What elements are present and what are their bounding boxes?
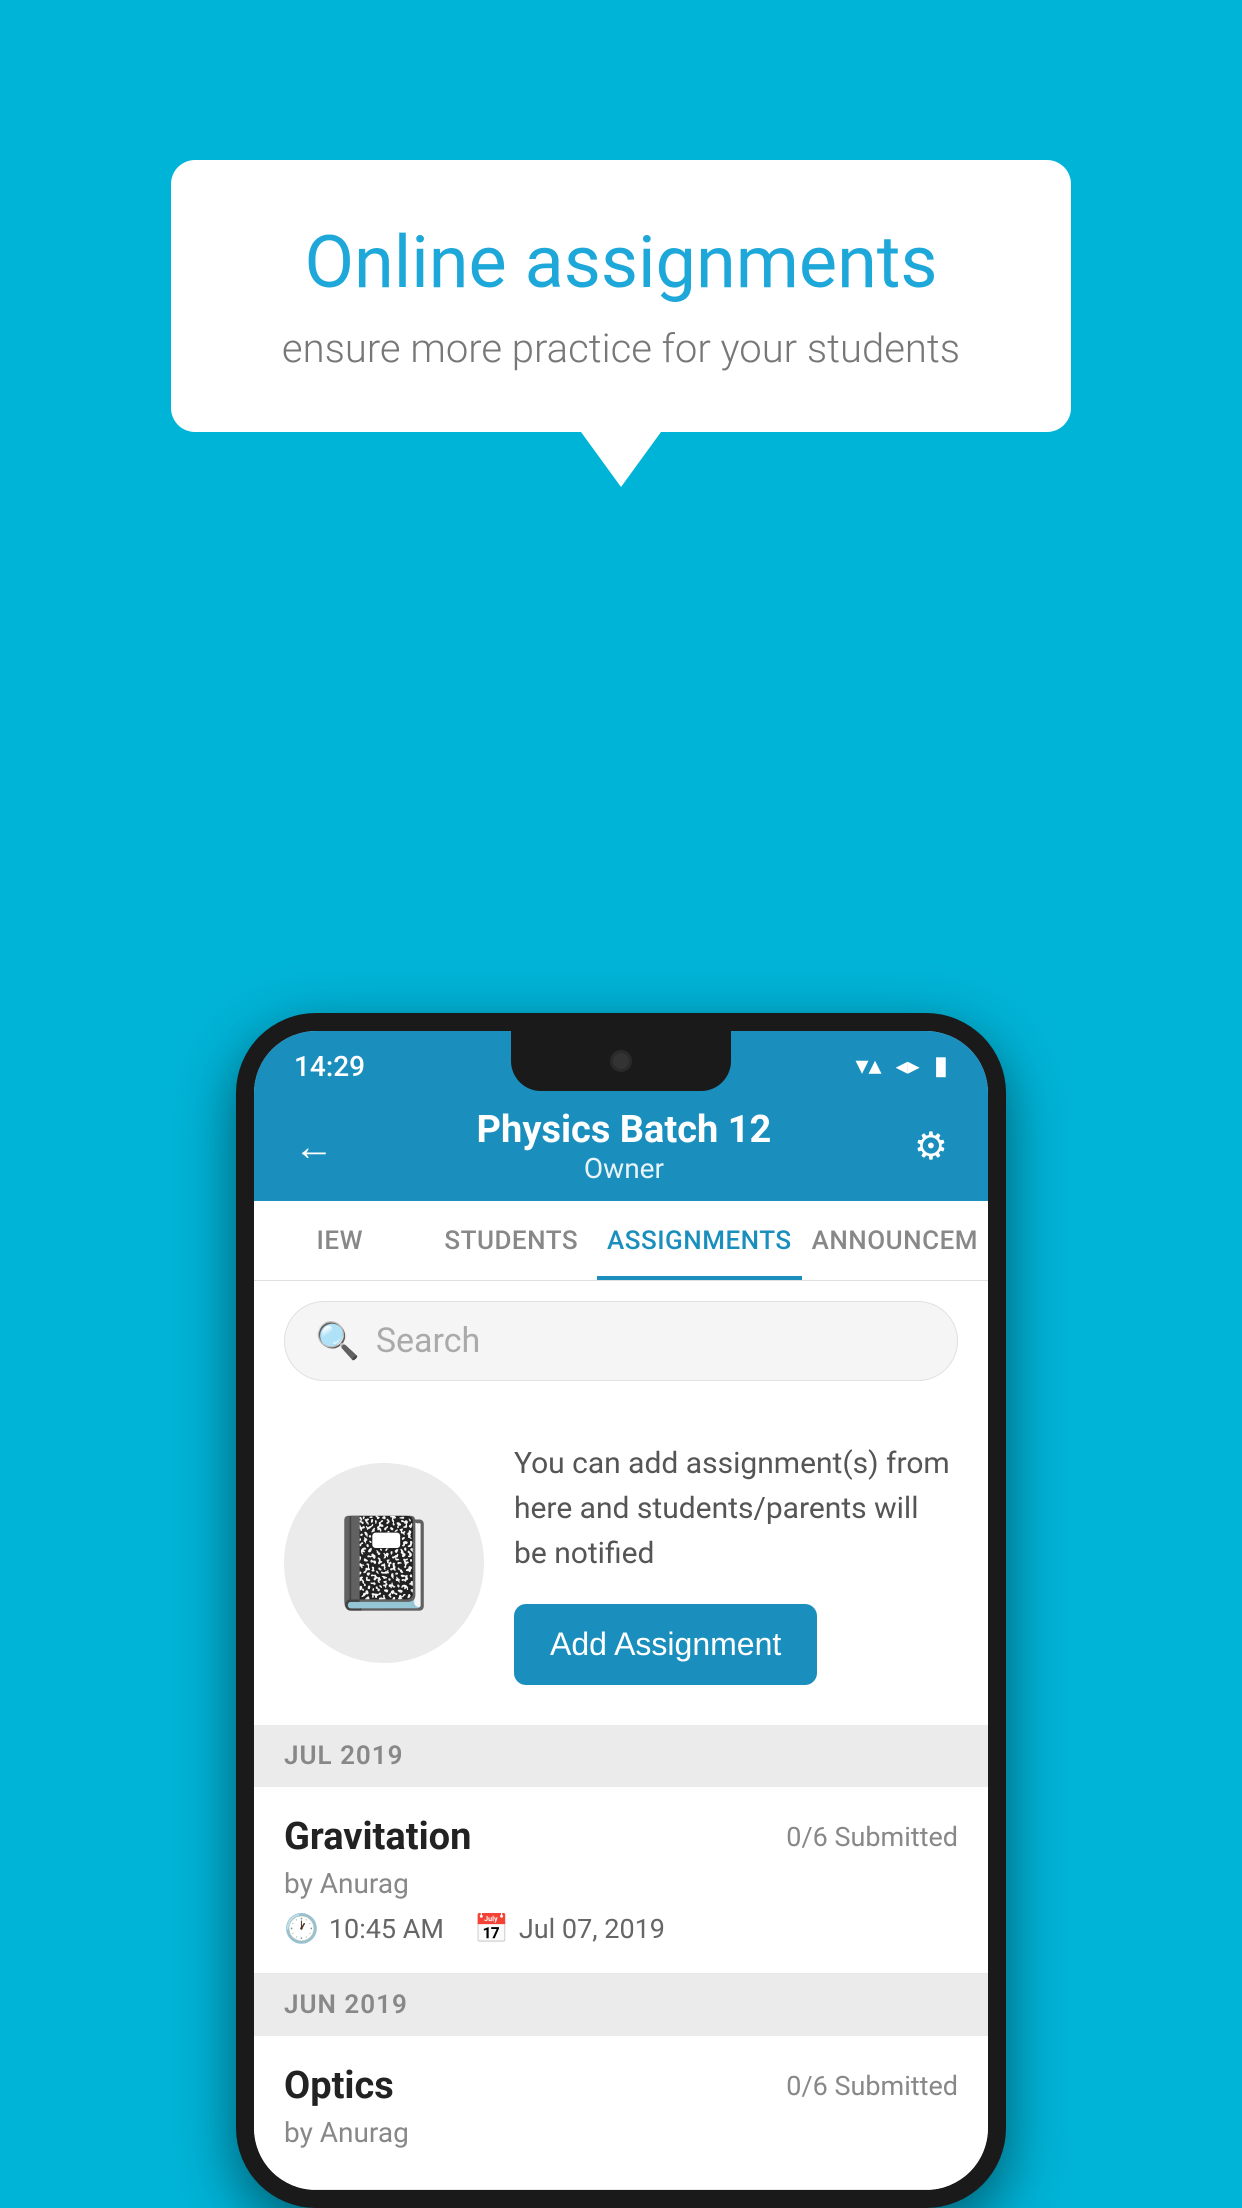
signal-icon: ◂▸ <box>896 1052 920 1080</box>
tab-announcements[interactable]: ANNOUNCEM <box>802 1201 988 1280</box>
phone-container: 14:29 ▾▴ ◂▸ ▮ ← Physics Batch 12 Owner ⚙ <box>236 1013 1006 2208</box>
speech-bubble-container: Online assignments ensure more practice … <box>171 160 1071 487</box>
speech-bubble-title: Online assignments <box>251 220 991 305</box>
tab-assignments[interactable]: ASSIGNMENTS <box>597 1201 802 1280</box>
promo-icon-circle: 📓 <box>284 1463 484 1663</box>
speech-bubble: Online assignments ensure more practice … <box>171 160 1071 432</box>
header-center: Physics Batch 12 Owner <box>477 1108 772 1185</box>
status-icons: ▾▴ ◂▸ ▮ <box>855 1051 948 1081</box>
assignment-item-optics[interactable]: Optics 0/6 Submitted by Anurag <box>254 2036 988 2190</box>
search-container: 🔍 Search <box>254 1281 988 1401</box>
phone-camera <box>610 1050 632 1072</box>
section-header-jul: JUL 2019 <box>254 1725 988 1787</box>
header-subtitle: Owner <box>477 1152 772 1185</box>
optics-row1: Optics 0/6 Submitted <box>284 2064 958 2108</box>
assignment-date: Jul 07, 2019 <box>519 1913 665 1945</box>
section-header-jun: JUN 2019 <box>254 1974 988 2036</box>
promo-content: You can add assignment(s) from here and … <box>514 1441 958 1685</box>
phone-frame: 14:29 ▾▴ ◂▸ ▮ ← Physics Batch 12 Owner ⚙ <box>236 1013 1006 2208</box>
clock-icon: 🕐 <box>284 1912 319 1945</box>
battery-icon: ▮ <box>934 1051 948 1081</box>
assignment-row1: Gravitation 0/6 Submitted <box>284 1815 958 1859</box>
promo-area: 📓 You can add assignment(s) from here an… <box>254 1401 988 1725</box>
time-meta: 🕐 10:45 AM <box>284 1912 444 1945</box>
settings-icon[interactable]: ⚙ <box>914 1124 948 1169</box>
assignment-name: Gravitation <box>284 1815 471 1859</box>
tab-iew[interactable]: IEW <box>254 1201 425 1280</box>
date-meta: 📅 Jul 07, 2019 <box>474 1912 665 1945</box>
add-assignment-button[interactable]: Add Assignment <box>514 1604 817 1685</box>
assignment-meta: 🕐 10:45 AM 📅 Jul 07, 2019 <box>284 1912 958 1945</box>
header-title: Physics Batch 12 <box>477 1108 772 1152</box>
search-placeholder: Search <box>376 1321 480 1361</box>
assignment-item-gravitation[interactable]: Gravitation 0/6 Submitted by Anurag 🕐 10… <box>254 1787 988 1974</box>
optics-submitted: 0/6 Submitted <box>786 2070 958 2102</box>
assignment-author: by Anurag <box>284 1867 958 1900</box>
promo-text: You can add assignment(s) from here and … <box>514 1441 958 1576</box>
search-bar[interactable]: 🔍 Search <box>284 1301 958 1381</box>
back-button[interactable]: ← <box>294 1123 334 1170</box>
phone-notch <box>511 1031 731 1091</box>
notebook-icon: 📓 <box>328 1511 440 1616</box>
tab-students[interactable]: STUDENTS <box>425 1201 596 1280</box>
submitted-badge: 0/6 Submitted <box>786 1821 958 1853</box>
assignment-time: 10:45 AM <box>329 1913 444 1945</box>
search-icon: 🔍 <box>315 1320 360 1362</box>
calendar-icon: 📅 <box>474 1912 509 1945</box>
optics-name: Optics <box>284 2064 394 2108</box>
status-time: 14:29 <box>294 1050 365 1083</box>
speech-bubble-subtitle: ensure more practice for your students <box>251 325 991 372</box>
tab-bar: IEW STUDENTS ASSIGNMENTS ANNOUNCEM <box>254 1201 988 1281</box>
wifi-icon: ▾▴ <box>855 1051 881 1081</box>
app-header: ← Physics Batch 12 Owner ⚙ <box>254 1091 988 1201</box>
speech-bubble-tail <box>581 432 661 487</box>
phone-screen: 14:29 ▾▴ ◂▸ ▮ ← Physics Batch 12 Owner ⚙ <box>254 1031 988 2190</box>
optics-author: by Anurag <box>284 2116 958 2149</box>
